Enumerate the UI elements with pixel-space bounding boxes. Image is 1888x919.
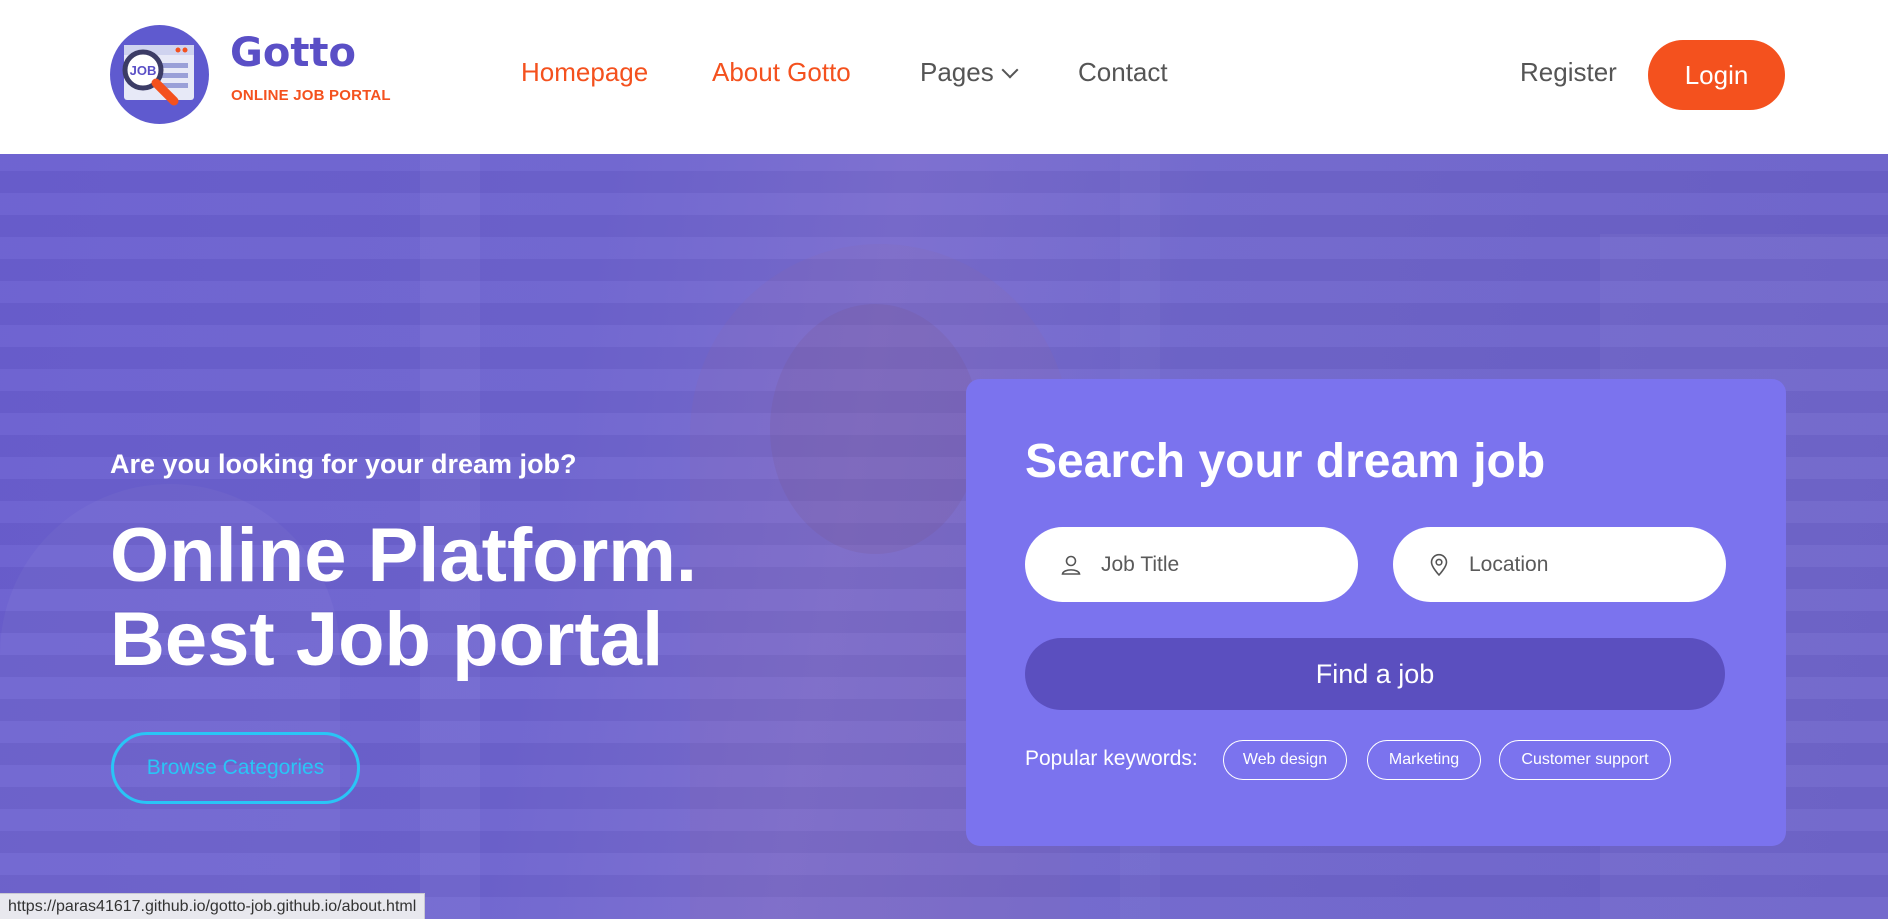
site-header: JOB Gotto ONLINE JOB PORTAL Homepage Abo…	[0, 0, 1888, 154]
search-title: Search your dream job	[1025, 435, 1546, 488]
nav-item-pages-label: Pages	[920, 57, 994, 87]
nav-item-about[interactable]: About Gotto	[712, 52, 851, 92]
map-pin-icon	[1430, 553, 1448, 577]
hero-title-line1: Online Platform.	[110, 513, 697, 598]
user-icon	[1061, 555, 1081, 575]
location-field[interactable]	[1393, 527, 1726, 602]
location-input[interactable]	[1469, 527, 1709, 602]
keyword-tag[interactable]: Marketing	[1367, 740, 1481, 780]
login-button[interactable]: Login	[1648, 40, 1785, 110]
keyword-tag[interactable]: Web design	[1223, 740, 1347, 780]
register-link[interactable]: Register	[1520, 52, 1617, 92]
browse-categories-button[interactable]: Browse Categories	[111, 732, 360, 804]
job-title-input[interactable]	[1101, 527, 1341, 602]
nav-item-contact[interactable]: Contact	[1078, 52, 1168, 92]
hero-title: Online Platform. Best Job portal	[110, 514, 830, 682]
hero-title-line2: Best Job portal	[110, 597, 664, 682]
hero-eyebrow: Are you looking for your dream job?	[110, 449, 577, 479]
search-card: Search your dream job Find a job Popular…	[966, 379, 1786, 846]
popular-keywords-label: Popular keywords:	[1025, 747, 1198, 770]
nav-item-pages[interactable]: Pages	[920, 52, 1019, 92]
hero-section: Are you looking for your dream job? Onli…	[0, 154, 1888, 919]
nav-item-homepage[interactable]: Homepage	[521, 52, 648, 92]
chevron-down-icon	[1001, 61, 1019, 79]
job-title-field[interactable]	[1025, 527, 1358, 602]
find-job-button[interactable]: Find a job	[1025, 638, 1725, 710]
keyword-tag[interactable]: Customer support	[1499, 740, 1671, 780]
status-bar-url: https://paras41617.github.io/gotto-job.g…	[0, 893, 426, 919]
